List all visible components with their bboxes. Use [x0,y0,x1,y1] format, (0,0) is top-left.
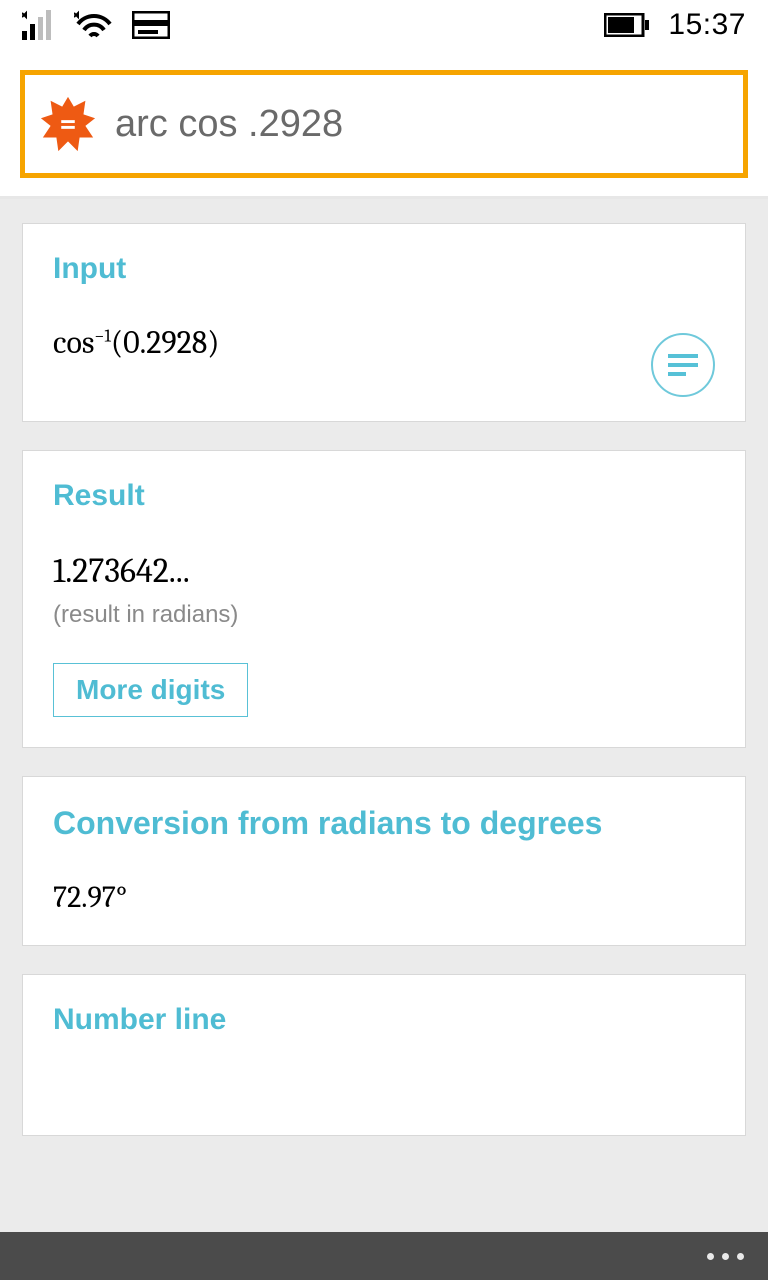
formula-arg: (0.2928) [111,324,220,361]
card-icon [132,11,170,39]
card-conversion: Conversion from radians to degrees 72.97… [22,776,746,946]
status-bar: 15:37 [0,0,768,50]
card-input-title: Input [53,252,715,286]
status-right: 15:37 [604,8,746,42]
card-numberline-title: Number line [53,1003,715,1037]
app-bar[interactable] [0,1232,768,1280]
searchbar[interactable] [20,70,748,178]
card-result: Result 1.273642... (result in radians) M… [22,450,746,748]
search-input[interactable] [115,103,729,146]
more-digits-button[interactable]: More digits [53,663,248,717]
formula-exp: −1 [94,325,111,346]
card-result-title: Result [53,479,715,513]
pod-menu-button[interactable] [651,333,715,397]
result-note: (result in radians) [53,601,715,629]
searchbar-container [0,50,768,199]
conversion-value: 72.97° [53,880,715,915]
more-icon[interactable] [707,1253,744,1260]
formula-prefix: cos [53,324,94,361]
input-formula: cos−1(0.2928) [53,324,715,361]
content: Input cos−1(0.2928) Result 1.273642... (… [0,199,768,1280]
wifi-icon [74,10,114,40]
lines-icon [668,354,698,376]
status-left [22,10,170,40]
card-input: Input cos−1(0.2928) [22,223,746,422]
card-conversion-title: Conversion from radians to degrees [53,805,715,842]
battery-icon [604,13,650,37]
clock: 15:37 [668,8,746,42]
signal-icon [22,10,56,40]
wolfram-logo-icon [39,95,97,153]
card-numberline: Number line [22,974,746,1136]
result-value: 1.273642... [53,551,715,591]
